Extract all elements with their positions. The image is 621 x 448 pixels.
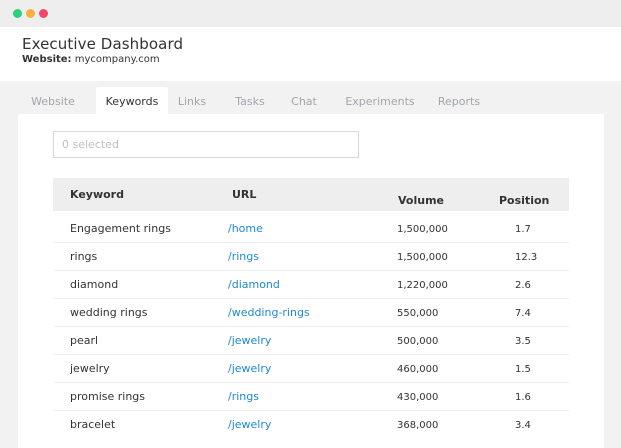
position-cell: 7.4	[515, 308, 531, 319]
website-value: mycompany.com	[74, 54, 160, 65]
volume-cell: 500,000	[397, 336, 439, 347]
position-cell: 12.3	[515, 252, 538, 263]
tab-links[interactable]: Links	[174, 87, 210, 114]
url-link[interactable]: /jewelry	[228, 334, 271, 347]
website-label: Website:	[22, 54, 72, 65]
title-bar	[0, 0, 621, 27]
page-header: Executive Dashboard Website: mycompany.c…	[0, 27, 621, 81]
table-row[interactable]: promise rings /rings 430,000 1.6	[53, 383, 569, 411]
website-info: Website: mycompany.com	[22, 54, 160, 65]
keywords-panel: Keyword URL Volume Position Engagement r…	[18, 114, 604, 448]
keyword-cell: promise rings	[70, 390, 146, 403]
url-link[interactable]: /diamond	[228, 278, 280, 291]
volume-cell: 430,000	[397, 392, 439, 403]
close-window-button[interactable]	[39, 9, 48, 18]
keyword-cell: Engagement rings	[70, 222, 171, 235]
volume-cell: 1,220,000	[397, 280, 448, 291]
position-cell: 3.4	[515, 420, 531, 431]
table-row[interactable]: wedding rings /wedding-rings 550,000 7.4	[53, 299, 569, 327]
position-cell: 1.5	[515, 364, 531, 375]
keyword-cell: jewelry	[70, 362, 110, 375]
url-link[interactable]: /jewelry	[228, 362, 271, 375]
minimize-window-button[interactable]	[26, 9, 35, 18]
volume-cell: 368,000	[397, 420, 439, 431]
keyword-cell: wedding rings	[70, 306, 148, 319]
volume-cell: 460,000	[397, 364, 439, 375]
url-link[interactable]: /rings	[228, 390, 259, 403]
column-header-volume[interactable]: Volume	[398, 194, 444, 207]
column-header-keyword[interactable]: Keyword	[70, 188, 124, 201]
tab-bar: Website Keywords Links Tasks Chat Experi…	[18, 87, 602, 114]
url-link[interactable]: /rings	[228, 250, 259, 263]
table-row[interactable]: rings /rings 1,500,000 12.3	[53, 243, 569, 271]
table-row[interactable]: bracelet /jewelry 368,000 3.4	[53, 411, 569, 439]
column-header-url[interactable]: URL	[232, 188, 256, 201]
keyword-cell: rings	[70, 250, 98, 263]
tab-reports[interactable]: Reports	[434, 87, 484, 114]
position-cell: 1.6	[515, 392, 531, 403]
position-cell: 2.6	[515, 280, 531, 291]
url-link[interactable]: /jewelry	[228, 418, 271, 431]
maximize-window-button[interactable]	[13, 9, 22, 18]
table-row[interactable]: pearl /jewelry 500,000 3.5	[53, 327, 569, 355]
tab-website[interactable]: Website	[18, 87, 88, 114]
table-row[interactable]: diamond /diamond 1,220,000 2.6	[53, 271, 569, 299]
app-window: Executive Dashboard Website: mycompany.c…	[0, 0, 621, 448]
tab-tasks[interactable]: Tasks	[230, 87, 270, 114]
position-cell: 1.7	[515, 224, 531, 235]
tab-keywords[interactable]: Keywords	[96, 87, 168, 114]
tab-chat[interactable]: Chat	[286, 87, 322, 114]
keyword-cell: diamond	[70, 278, 119, 291]
volume-cell: 1,500,000	[397, 224, 448, 235]
keyword-cell: bracelet	[70, 418, 116, 431]
url-link[interactable]: /wedding-rings	[228, 306, 310, 319]
page-title: Executive Dashboard	[22, 35, 184, 53]
keyword-cell: pearl	[70, 334, 99, 347]
volume-cell: 550,000	[397, 308, 439, 319]
table-row[interactable]: jewelry /jewelry 460,000 1.5	[53, 355, 569, 383]
column-header-position[interactable]: Position	[499, 194, 549, 207]
url-link[interactable]: /home	[228, 222, 263, 235]
keyword-select-input[interactable]	[53, 131, 359, 158]
position-cell: 3.5	[515, 336, 531, 347]
table-row[interactable]: Engagement rings /home 1,500,000 1.7	[53, 215, 569, 243]
tab-experiments[interactable]: Experiments	[342, 87, 418, 114]
volume-cell: 1,500,000	[397, 252, 448, 263]
table-header: Keyword URL Volume Position	[53, 178, 569, 211]
